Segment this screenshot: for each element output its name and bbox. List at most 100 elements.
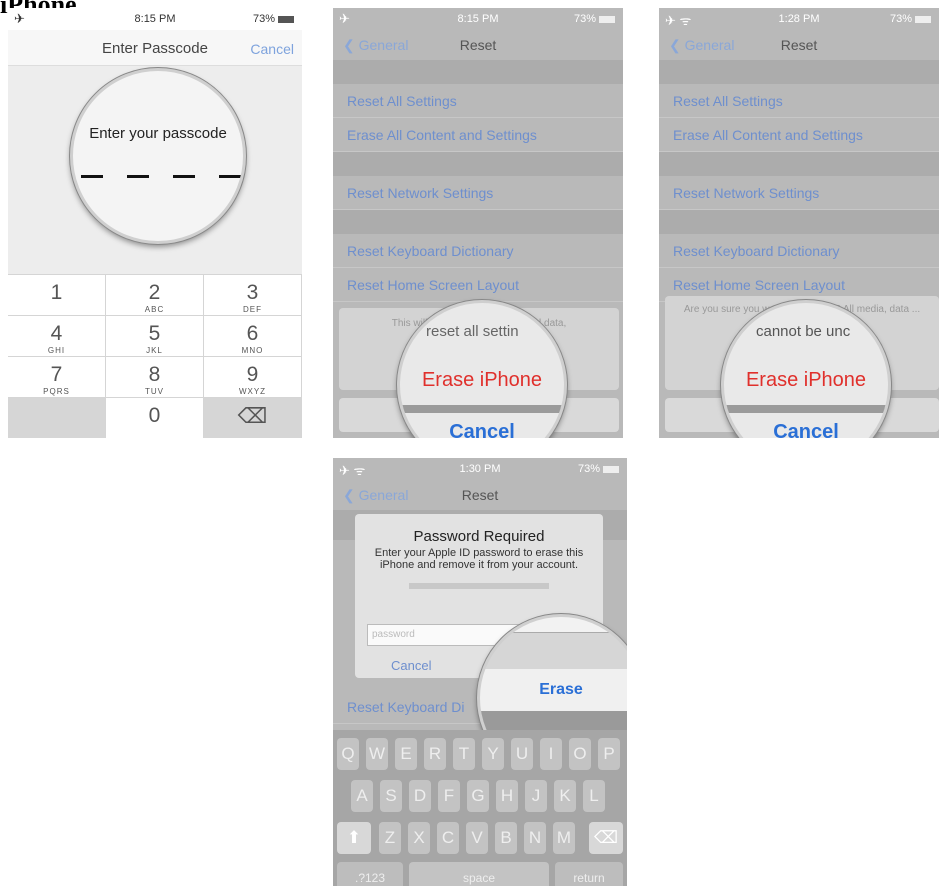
key-digit: 6 bbox=[246, 322, 259, 345]
reset-screen-alert: ✈ 8:15 PM 73% ❮ General Reset Reset All … bbox=[333, 8, 623, 438]
reset-home-row[interactable]: Reset Home Screen Layout bbox=[333, 268, 623, 302]
key-o[interactable]: O bbox=[569, 738, 591, 770]
reset-network-row[interactable]: Reset Network Settings bbox=[333, 176, 623, 210]
key-digit: 3 bbox=[246, 281, 259, 304]
account-email-blurred bbox=[409, 583, 549, 589]
numeric-keypad: 1 2 ABC 3 DEF 4 GHI 5 JKL 6 MNO 7 PQRS 8 TUV 9 WXYZ 0 ⌫ bbox=[8, 274, 302, 438]
key-letters: ABC bbox=[144, 305, 165, 314]
key-letters: GHI bbox=[47, 346, 66, 355]
battery-percent: 73% bbox=[577, 463, 600, 475]
reset-keyboard-row[interactable]: Reset Keyboard Dictionary bbox=[333, 234, 623, 268]
key-f[interactable]: F bbox=[438, 780, 460, 812]
shift-key[interactable]: ⬆ bbox=[337, 822, 371, 854]
reset-screen-confirm: ✈ ᯤ 1:28 PM 73% ❮ General Reset Reset Al… bbox=[659, 8, 939, 438]
page-title: Reset bbox=[459, 37, 497, 53]
erase-iphone-button[interactable]: Erase iPhone bbox=[724, 369, 888, 392]
key-v[interactable]: V bbox=[466, 822, 488, 854]
password-placeholder: password bbox=[372, 629, 415, 640]
key-digit: 4 bbox=[50, 322, 63, 345]
battery-percent: 73% bbox=[889, 13, 912, 25]
key-z[interactable]: Z bbox=[379, 822, 401, 854]
key-digit: 8 bbox=[148, 363, 161, 386]
key-letters: DEF bbox=[243, 305, 262, 314]
keypad-key-0[interactable]: 0 bbox=[106, 398, 204, 438]
status-bar: ✈ 8:15 PM 73% bbox=[8, 8, 302, 30]
key-r[interactable]: R bbox=[424, 738, 446, 770]
key-g[interactable]: G bbox=[467, 780, 489, 812]
key-letters: WXYZ bbox=[238, 387, 267, 396]
erase-all-row[interactable]: Erase All Content and Settings bbox=[333, 118, 623, 152]
keypad-key-9[interactable]: 9 WXYZ bbox=[204, 357, 302, 398]
key-digit: 0 bbox=[148, 404, 161, 427]
nav-bar: ❮ General Reset bbox=[333, 26, 623, 64]
erase-iphone-button[interactable]: Erase iPhone bbox=[400, 369, 564, 392]
keypad-key-2[interactable]: 2 ABC bbox=[106, 275, 204, 316]
key-digit: ⌫ bbox=[237, 405, 268, 428]
battery-icon bbox=[915, 15, 931, 23]
page-title: Reset bbox=[780, 37, 818, 53]
delete-key[interactable]: ⌫ bbox=[204, 398, 302, 438]
key-e[interactable]: E bbox=[395, 738, 417, 770]
reset-all-settings-row[interactable]: Reset All Settings bbox=[659, 84, 939, 118]
key-u[interactable]: U bbox=[511, 738, 533, 770]
key-s[interactable]: S bbox=[380, 780, 402, 812]
erase-button[interactable]: Erase bbox=[480, 669, 627, 711]
cancel-button[interactable]: Cancel bbox=[724, 421, 888, 438]
nav-bar: Enter Passcode Cancel bbox=[8, 30, 302, 66]
passcode-dashes bbox=[81, 175, 241, 178]
key-d[interactable]: D bbox=[409, 780, 431, 812]
key-a[interactable]: A bbox=[351, 780, 373, 812]
key-letters: TUV bbox=[145, 387, 164, 396]
key-x[interactable]: X bbox=[408, 822, 430, 854]
nav-bar: ❮ General Reset bbox=[659, 26, 939, 64]
reset-network-row[interactable]: Reset Network Settings bbox=[659, 176, 939, 210]
keypad-key-6[interactable]: 6 MNO bbox=[204, 316, 302, 357]
battery-icon bbox=[599, 15, 615, 23]
keypad-blank bbox=[8, 398, 106, 438]
key-h[interactable]: H bbox=[496, 780, 518, 812]
key-m[interactable]: M bbox=[553, 822, 575, 854]
keypad-key-5[interactable]: 5 JKL bbox=[106, 316, 204, 357]
password-screen: ✈ ᯤ 1:30 PM 73% ❮ General Reset Reset Ke… bbox=[333, 458, 627, 886]
keypad-key-1[interactable]: 1 bbox=[8, 275, 106, 316]
keypad-key-7[interactable]: 7 PQRS bbox=[8, 357, 106, 398]
cancel-button[interactable]: Cancel bbox=[250, 41, 294, 57]
key-digit: 9 bbox=[246, 363, 259, 386]
key-digit: 1 bbox=[50, 281, 63, 304]
key-q[interactable]: Q bbox=[337, 738, 359, 770]
key-w[interactable]: W bbox=[366, 738, 388, 770]
key-i[interactable]: I bbox=[540, 738, 562, 770]
cancel-button[interactable]: Cancel bbox=[391, 658, 431, 673]
cancel-button[interactable]: Cancel bbox=[400, 421, 564, 438]
key-n[interactable]: N bbox=[524, 822, 546, 854]
battery-percent: 73% bbox=[573, 13, 596, 25]
zoom-partial-text: cannot be unc bbox=[756, 323, 851, 340]
reset-keyboard-row[interactable]: Reset Keyboard Dictionary bbox=[659, 234, 939, 268]
keypad-key-8[interactable]: 8 TUV bbox=[106, 357, 204, 398]
key-digit: 7 bbox=[50, 363, 63, 386]
key-digit: 2 bbox=[148, 281, 161, 304]
alert-message: Enter your Apple ID password to erase th… bbox=[374, 547, 584, 571]
key-t[interactable]: T bbox=[453, 738, 475, 770]
key-digit: 5 bbox=[148, 322, 161, 345]
numbers-key[interactable]: .?123 bbox=[337, 862, 403, 886]
zoom-partial-text: reset all settin bbox=[426, 323, 519, 340]
erase-all-row[interactable]: Erase All Content and Settings bbox=[659, 118, 939, 152]
key-p[interactable]: P bbox=[598, 738, 620, 770]
key-b[interactable]: B bbox=[495, 822, 517, 854]
delete-key[interactable]: ⌫ bbox=[589, 822, 623, 854]
nav-bar: ❮ General Reset bbox=[333, 476, 627, 514]
key-k[interactable]: K bbox=[554, 780, 576, 812]
key-c[interactable]: C bbox=[437, 822, 459, 854]
reset-all-settings-row[interactable]: Reset All Settings bbox=[333, 84, 623, 118]
keypad-key-3[interactable]: 3 DEF bbox=[204, 275, 302, 316]
key-j[interactable]: J bbox=[525, 780, 547, 812]
battery-percent: 73% bbox=[252, 13, 275, 25]
key-l[interactable]: L bbox=[583, 780, 605, 812]
zoom-lens: Enter your passcode bbox=[70, 68, 246, 244]
return-key[interactable]: return bbox=[555, 862, 623, 886]
space-key[interactable]: space bbox=[409, 862, 549, 886]
keypad-key-4[interactable]: 4 GHI bbox=[8, 316, 106, 357]
key-y[interactable]: Y bbox=[482, 738, 504, 770]
alert-title: Password Required bbox=[413, 528, 545, 545]
